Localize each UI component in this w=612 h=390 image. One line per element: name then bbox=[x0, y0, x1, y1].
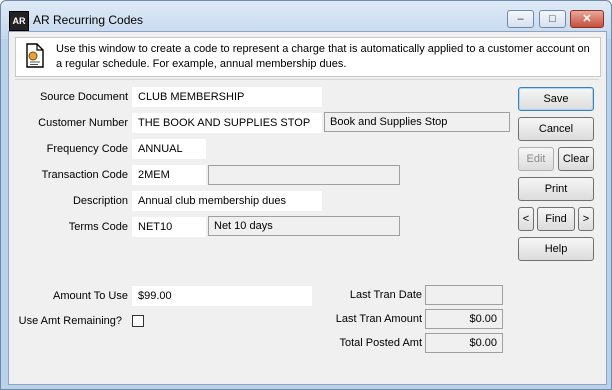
edit-button[interactable]: Edit bbox=[518, 147, 554, 171]
next-button[interactable]: > bbox=[578, 207, 594, 231]
customer-name-display: Book and Supplies Stop bbox=[324, 112, 510, 132]
maximize-button[interactable]: □ bbox=[539, 10, 566, 28]
total-posted-amt-display: $0.00 bbox=[425, 333, 503, 353]
transaction-code-description bbox=[208, 165, 400, 185]
amount-to-use-field[interactable]: $99.00 bbox=[132, 286, 312, 306]
description-field[interactable]: Annual club membership dues bbox=[132, 191, 322, 211]
source-document-label: Source Document bbox=[39, 91, 128, 103]
window-title: AR Recurring Codes bbox=[33, 13, 144, 27]
last-tran-amount-label: Last Tran Amount bbox=[335, 313, 422, 325]
last-tran-date-display bbox=[425, 285, 503, 305]
clear-button[interactable]: Clear bbox=[558, 147, 594, 171]
customer-number-field[interactable]: THE BOOK AND SUPPLIES STOP bbox=[132, 113, 322, 133]
amount-to-use-label: Amount To Use bbox=[52, 290, 128, 302]
previous-button[interactable]: < bbox=[518, 207, 534, 231]
app-icon: AR bbox=[9, 11, 29, 31]
description-label: Description bbox=[72, 195, 128, 207]
print-button[interactable]: Print bbox=[518, 177, 594, 201]
close-button[interactable]: ✕ bbox=[570, 10, 604, 28]
last-tran-amount-display: $0.00 bbox=[425, 309, 503, 329]
use-amt-remaining-checkbox[interactable] bbox=[132, 315, 144, 327]
minimize-icon: ‒ bbox=[517, 13, 524, 25]
terms-code-description: Net 10 days bbox=[208, 216, 400, 236]
total-posted-amt-label: Total Posted Amt bbox=[339, 337, 422, 349]
terms-code-field[interactable]: NET10 bbox=[132, 217, 206, 237]
minimize-button[interactable]: ‒ bbox=[507, 10, 534, 28]
help-button[interactable]: Help bbox=[518, 237, 594, 261]
find-button[interactable]: Find bbox=[537, 207, 575, 231]
maximize-icon: □ bbox=[549, 13, 556, 25]
ar-recurring-codes-window: AR AR Recurring Codes ‒ □ ✕ Use this win… bbox=[0, 0, 612, 390]
cancel-button[interactable]: Cancel bbox=[518, 117, 594, 141]
document-icon bbox=[26, 43, 44, 68]
frequency-code-field[interactable]: ANNUAL bbox=[132, 139, 206, 159]
save-button[interactable]: Save bbox=[518, 87, 594, 111]
divider bbox=[15, 79, 599, 80]
terms-code-label: Terms Code bbox=[68, 221, 128, 233]
source-document-field[interactable]: CLUB MEMBERSHIP bbox=[132, 87, 322, 107]
last-tran-date-label: Last Tran Date bbox=[349, 289, 422, 301]
transaction-code-label: Transaction Code bbox=[41, 169, 128, 181]
close-icon: ✕ bbox=[582, 13, 592, 25]
frequency-code-label: Frequency Code bbox=[46, 143, 128, 155]
info-panel: Use this window to create a code to repr… bbox=[15, 37, 601, 77]
client-area: Use this window to create a code to repr… bbox=[8, 31, 607, 385]
transaction-code-field[interactable]: 2MEM bbox=[132, 165, 206, 185]
use-amt-remaining-label: Use Amt Remaining? bbox=[18, 315, 122, 327]
info-text: Use this window to create a code to repr… bbox=[56, 43, 590, 70]
customer-number-label: Customer Number bbox=[38, 117, 128, 129]
